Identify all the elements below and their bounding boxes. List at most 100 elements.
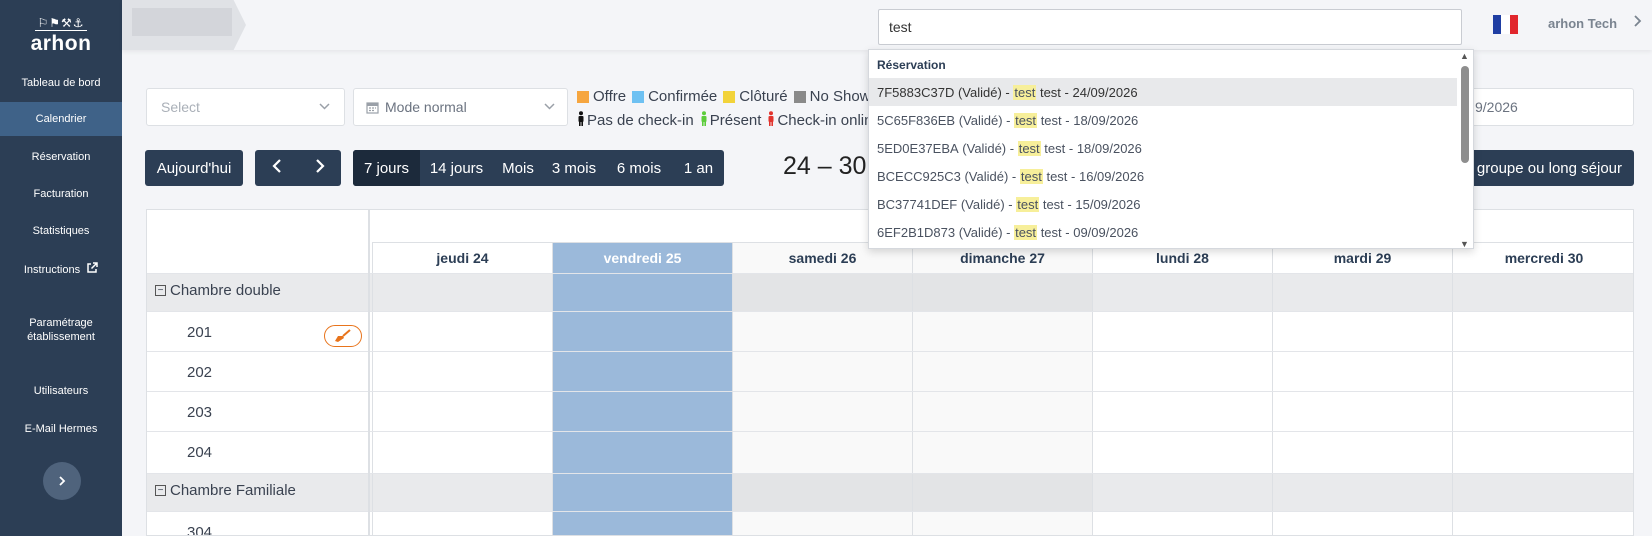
range-tab-label: 6 mois	[616, 159, 662, 177]
result-status: (Validé)	[960, 196, 1005, 212]
external-link-icon	[83, 262, 98, 276]
category-row[interactable]: − Chambre Familiale	[155, 482, 296, 499]
next-button[interactable]	[298, 150, 341, 186]
search-result-item[interactable]: 6EF2B1D873 (Validé) - test test - 09/09/…	[869, 218, 1459, 246]
room-label: 304	[187, 524, 213, 536]
sidebar-item-statistics[interactable]: Statistiques	[0, 224, 122, 238]
search-result-item[interactable]: 5ED0E37EBA (Validé) - test test - 18/09/…	[869, 134, 1459, 162]
flag-red	[1509, 15, 1518, 34]
calendar-grid: jeudi 24 vendredi 25 samedi 26 dimanche …	[146, 209, 1634, 536]
sidebar-item-settings[interactable]: Paramétrage établissement	[0, 316, 122, 344]
search-field[interactable]	[878, 9, 1462, 45]
row-divider	[147, 431, 1633, 432]
app-logo[interactable]: ⚐⚑⚒⚓ arhon	[0, 14, 122, 56]
legend-swatch	[793, 90, 806, 103]
dropdown-scrollbar[interactable]: ▲ ▼	[1457, 50, 1473, 248]
search-result-item[interactable]: BC37741DEF (Validé) - test test - 15/09/…	[869, 190, 1459, 218]
category-row[interactable]: − Chambre double	[155, 282, 281, 299]
range-tab-6-months[interactable]: 6 mois	[605, 150, 673, 186]
sidebar: ⚐⚑⚒⚓ arhon Tableau de bord Calendrier Ré…	[0, 0, 122, 536]
result-name: test	[1040, 224, 1062, 240]
sidebar-item-reservation[interactable]: Réservation	[0, 150, 122, 164]
legend-confirmed: Confirmée	[632, 88, 717, 105]
range-tab-label: Mois	[502, 159, 534, 177]
room-label: 202	[187, 364, 213, 381]
category-label: Chambre Familiale	[170, 482, 296, 499]
day-column[interactable]: mardi 29	[1272, 243, 1452, 535]
result-match: test	[1014, 112, 1038, 128]
search-result-item[interactable]: 7F5883C37D (Validé) - test test - 24/09/…	[869, 78, 1459, 106]
day-label: mercredi 30	[1453, 243, 1633, 274]
row-divider	[147, 391, 1633, 392]
result-code: BC37741DEF	[877, 196, 958, 212]
logo-mark: ⚐⚑⚒⚓	[35, 16, 87, 31]
row-divider	[147, 273, 1633, 274]
scroll-down-arrow-icon[interactable]: ▼	[1460, 239, 1469, 248]
sidebar-item-users[interactable]: Utilisateurs	[0, 384, 122, 398]
legend-label: Offre	[593, 88, 627, 105]
filter-select[interactable]: Select	[146, 88, 345, 126]
day-column-today[interactable]: vendredi 25	[552, 243, 732, 535]
range-tab-7-days[interactable]: 7 jours	[353, 150, 420, 186]
scrollbar-thumb[interactable]	[1461, 66, 1469, 163]
language-flag-icon[interactable]	[1493, 15, 1518, 34]
date-field-value: 9/2026	[1475, 99, 1518, 115]
chevron-left-icon	[271, 158, 282, 178]
result-name: test	[1039, 84, 1061, 100]
result-match: test	[1016, 196, 1040, 212]
legend-swatch	[723, 90, 736, 103]
day-column[interactable]: lundi 28	[1092, 243, 1272, 535]
result-name: test	[1042, 196, 1064, 212]
sidebar-item-calendar[interactable]: Calendrier	[0, 102, 122, 136]
result-match: test	[1017, 140, 1041, 156]
legend-present: Présent	[700, 111, 761, 130]
search-result-item[interactable]: 5C65F836EB (Validé) - test test - 18/09/…	[869, 106, 1459, 134]
day-column[interactable]: dimanche 27	[912, 243, 1092, 535]
sidebar-item-instructions[interactable]: Instructions	[0, 262, 122, 277]
row-divider	[147, 311, 1633, 312]
range-tab-month[interactable]: Mois	[493, 150, 543, 186]
sidebar-item-billing[interactable]: Facturation	[0, 187, 122, 201]
result-code: 5ED0E37EBA	[877, 140, 959, 156]
day-column[interactable]: jeudi 24	[372, 243, 552, 535]
range-tab-label: 14 jours	[429, 159, 484, 177]
collapse-icon[interactable]: −	[155, 285, 166, 296]
checkin-legend: Pas de check-in Présent Check-in onlin	[577, 111, 878, 130]
legend-closed: Clôturé	[723, 88, 788, 105]
user-name[interactable]: arhon Tech	[1548, 16, 1617, 31]
day-column[interactable]: samedi 26	[732, 243, 912, 535]
prev-button[interactable]	[255, 150, 298, 186]
sidebar-item-label: Calendrier	[35, 113, 87, 125]
range-tab-14-days[interactable]: 14 jours	[420, 150, 493, 186]
sidebar-expand-button[interactable]	[43, 462, 81, 500]
range-tab-label: 1 an	[683, 159, 714, 177]
user-menu-chevron-icon[interactable]	[1632, 14, 1642, 31]
search-result-item[interactable]: BCECC925C3 (Validé) - test test - 16/09/…	[869, 162, 1459, 190]
flag-white	[1501, 15, 1510, 34]
range-tab-1-year[interactable]: 1 an	[673, 150, 724, 186]
today-button[interactable]: Aujourd'hui	[145, 150, 243, 186]
person-icon	[577, 111, 585, 130]
result-code: BCECC925C3	[877, 168, 961, 184]
mode-select-value: Mode normal	[385, 99, 467, 115]
cleaning-broom-icon[interactable]	[324, 325, 362, 347]
sidebar-item-email[interactable]: E-Mail Hermes	[0, 422, 122, 436]
result-name: test	[1046, 168, 1068, 184]
row-divider	[147, 473, 1633, 474]
sidebar-item-dashboard[interactable]: Tableau de bord	[0, 76, 122, 90]
search-input[interactable]	[889, 19, 1451, 35]
range-tab-3-months[interactable]: 3 mois	[543, 150, 605, 186]
chevron-down-icon	[319, 101, 330, 113]
legend-label: Confirmée	[648, 88, 718, 105]
scroll-up-arrow-icon[interactable]: ▲	[1460, 51, 1469, 61]
logo-text: arhon	[30, 32, 92, 55]
range-tabs: 7 jours 14 jours Mois 3 mois 6 mois 1 an	[353, 150, 724, 186]
legend-swatch	[632, 90, 645, 103]
result-status: (Validé)	[958, 224, 1003, 240]
collapse-icon[interactable]: −	[155, 485, 166, 496]
day-column[interactable]: mercredi 30	[1452, 243, 1633, 535]
mode-select[interactable]: Mode normal	[353, 88, 568, 126]
flag-blue	[1493, 15, 1502, 34]
legend-label: Check-in onlin	[777, 112, 873, 129]
result-status: (Validé)	[964, 168, 1009, 184]
